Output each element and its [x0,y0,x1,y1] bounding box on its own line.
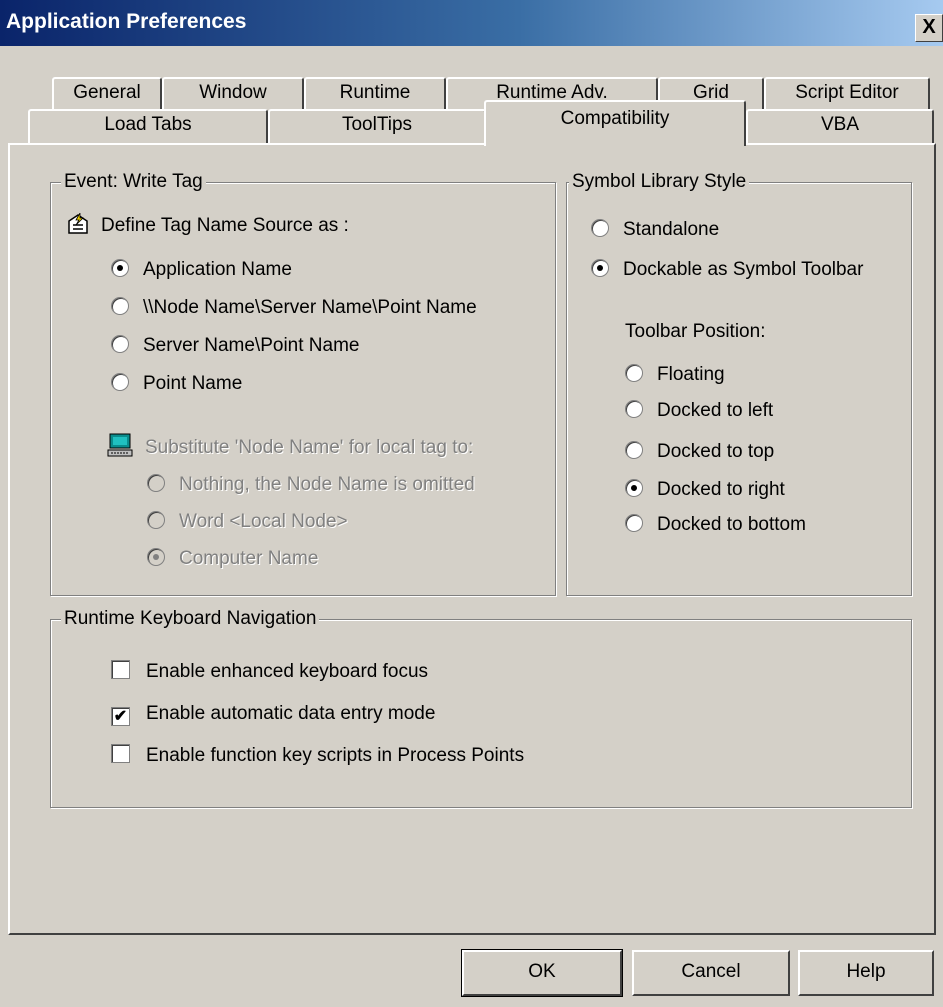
tab-general[interactable]: General [52,77,162,109]
tab-compatibility[interactable]: Compatibility [484,100,746,146]
radio-button[interactable] [591,259,609,277]
radio-button[interactable] [147,511,165,529]
symbol-library-style-group: Symbol Library Style Standalone Dockable… [566,170,912,596]
radio-node-server-point-name[interactable]: \\Node Name\Server Name\Point Name [111,296,477,320]
radio-button[interactable] [147,474,165,492]
radio-button[interactable] [625,400,643,418]
radio-application-name[interactable]: Application Name [111,258,292,282]
radio-docked-left[interactable]: Docked to left [625,399,773,423]
tab-runtime[interactable]: Runtime [304,77,446,109]
radio-button[interactable] [625,514,643,532]
close-button[interactable]: X [915,14,943,42]
help-button[interactable]: Help [798,950,934,996]
radio-dockable-symbol-toolbar[interactable]: Dockable as Symbol Toolbar [591,258,863,282]
ok-button[interactable]: OK [461,949,623,997]
radio-button[interactable] [111,335,129,353]
radio-word-local-node[interactable]: Word <Local Node> [147,510,348,534]
radio-button[interactable] [591,219,609,237]
title-bar: Application Preferences X [0,0,943,46]
radio-point-name[interactable]: Point Name [111,372,242,396]
checkbox-checked[interactable]: ✔ [111,707,130,726]
runtime-keyboard-navigation-legend: Runtime Keyboard Navigation [61,607,320,631]
symbol-library-style-legend: Symbol Library Style [569,170,750,194]
substitute-node-name-label: Substitute 'Node Name' for local tag to: [107,433,473,464]
tab-tooltips[interactable]: ToolTips [268,109,486,145]
toolbar-position-label: Toolbar Position: [625,321,766,342]
radio-docked-right[interactable]: Docked to right [625,478,785,502]
radio-standalone[interactable]: Standalone [591,218,719,242]
event-write-tag-group: Event: Write Tag Define Tag Name Source … [50,170,556,596]
window-title: Application Preferences [6,10,247,33]
radio-server-point-name[interactable]: Server Name\Point Name [111,334,359,358]
radio-button[interactable] [625,441,643,459]
radio-button[interactable] [625,364,643,382]
runtime-keyboard-navigation-group: Runtime Keyboard Navigation Enable enhan… [50,607,912,808]
radio-docked-bottom[interactable]: Docked to bottom [625,513,806,537]
radio-button[interactable] [111,297,129,315]
radio-button[interactable] [111,259,129,277]
radio-button[interactable] [111,373,129,391]
computer-icon [107,433,133,464]
radio-docked-top[interactable]: Docked to top [625,440,774,464]
checkbox[interactable] [111,660,130,679]
check-automatic-data-entry[interactable]: ✔ Enable automatic data entry mode [111,702,435,726]
radio-button[interactable] [625,479,643,497]
radio-floating[interactable]: Floating [625,363,725,387]
checkbox[interactable] [111,744,130,763]
tab-script-editor[interactable]: Script Editor [764,77,930,109]
event-write-tag-legend: Event: Write Tag [61,170,206,194]
tab-window[interactable]: Window [162,77,304,109]
define-tag-name-label: Define Tag Name Source as : [67,211,349,242]
tag-source-icon [67,211,89,242]
radio-button[interactable] [147,548,165,566]
check-enhanced-keyboard-focus[interactable]: Enable enhanced keyboard focus [111,660,428,684]
radio-nothing-omitted[interactable]: Nothing, the Node Name is omitted [147,473,475,497]
check-function-key-scripts[interactable]: Enable function key scripts in Process P… [111,744,524,768]
tab-load-tabs[interactable]: Load Tabs [28,109,268,145]
tab-vba[interactable]: VBA [746,109,934,145]
cancel-button[interactable]: Cancel [632,950,790,996]
radio-computer-name[interactable]: Computer Name [147,547,318,571]
